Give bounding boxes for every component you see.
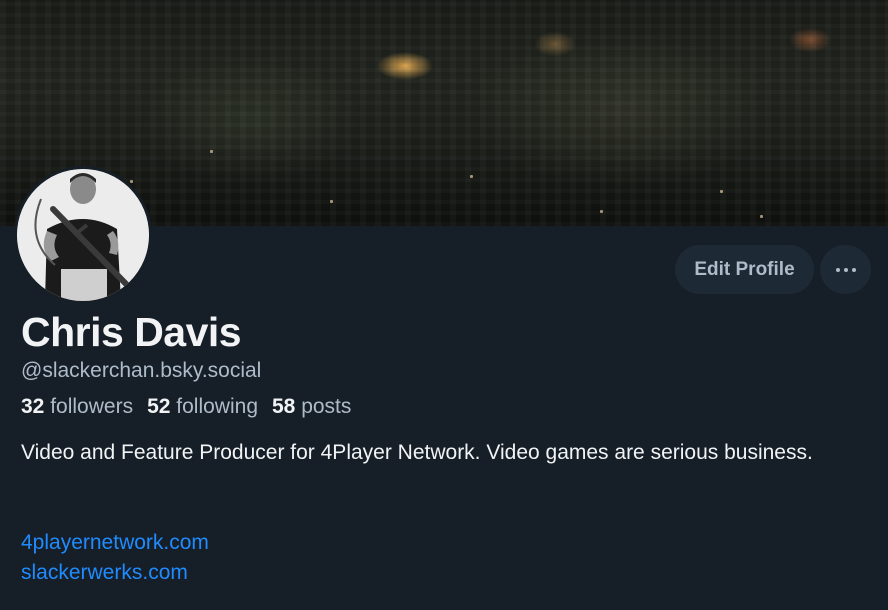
edit-profile-button[interactable]: Edit Profile [675, 245, 814, 294]
profile-page: Edit Profile Chris Davis @slackerchan.bs… [0, 0, 888, 610]
link-4playernetwork[interactable]: 4playernetwork.com [21, 528, 209, 558]
handle: @slackerchan.bsky.social [21, 359, 262, 382]
banner-light [720, 190, 723, 193]
profile-links: 4playernetwork.com slackerwerks.com [21, 528, 209, 588]
banner-light [470, 175, 473, 178]
link-slackerwerks[interactable]: slackerwerks.com [21, 558, 209, 588]
ellipsis-icon [835, 267, 856, 272]
profile-stats: 32 followers 52 following 58 posts [21, 395, 351, 419]
banner-light [130, 180, 133, 183]
followers-label: followers [50, 395, 134, 418]
more-options-button[interactable] [820, 245, 871, 294]
banner-light [210, 150, 213, 153]
followers-stat[interactable]: 32 followers [21, 395, 133, 419]
avatar[interactable] [14, 166, 152, 304]
posts-count: 58 [272, 395, 296, 418]
banner-light [330, 200, 333, 203]
following-stat[interactable]: 52 following [147, 395, 258, 419]
banner-light [760, 215, 763, 218]
banner-light [600, 210, 603, 213]
avatar-photo [17, 169, 149, 301]
profile-bio: Video and Feature Producer for 4Player N… [21, 441, 813, 464]
followers-count: 32 [21, 395, 45, 418]
following-count: 52 [147, 395, 171, 418]
posts-label: posts [301, 395, 352, 418]
display-name: Chris Davis [21, 309, 242, 355]
following-label: following [176, 395, 258, 418]
posts-stat: 58 posts [272, 395, 351, 419]
